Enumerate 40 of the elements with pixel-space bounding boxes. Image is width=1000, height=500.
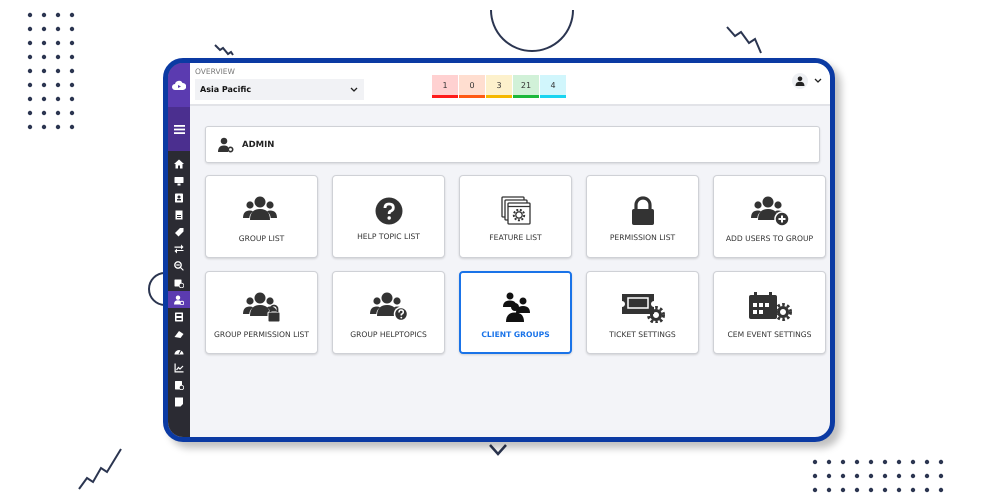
document-icon [174, 210, 184, 220]
chevron-down-icon [350, 87, 358, 92]
section-title: ADMIN [242, 140, 274, 150]
zigzag-drawing [214, 44, 234, 56]
status-counter[interactable]: 3 [486, 75, 512, 98]
arc-drawing [147, 272, 165, 306]
sidebar-item[interactable] [168, 291, 190, 308]
note-icon [174, 396, 184, 406]
chart-icon [174, 362, 184, 372]
tag-icon [174, 226, 184, 236]
zoom-icon [174, 260, 184, 270]
menu-tile[interactable] [168, 107, 190, 151]
menu-icon [174, 124, 184, 134]
chevron-drawing [489, 444, 507, 456]
calendar-gear-icon [748, 290, 792, 322]
status-counter[interactable]: 21 [513, 75, 539, 98]
user-gear-icon [174, 294, 184, 304]
region-dropdown[interactable]: Asia Pacific [195, 79, 364, 100]
home-icon [174, 158, 184, 168]
cloud-icon [172, 80, 186, 90]
chevron-down-icon[interactable] [814, 78, 822, 83]
user-icon [795, 76, 805, 86]
windows-gear-icon [500, 196, 530, 226]
status-counter[interactable]: 1 [432, 75, 458, 98]
user-avatar[interactable] [792, 72, 808, 88]
help-icon [374, 196, 402, 224]
zigzag-drawing [726, 26, 762, 54]
status-counter[interactable]: 4 [540, 75, 566, 98]
logo-tile[interactable] [168, 63, 190, 107]
contact-icon [174, 192, 184, 202]
monitor-icon [174, 176, 184, 186]
user-gear-icon [218, 136, 234, 152]
save-icon [174, 312, 184, 322]
swap-icon [174, 244, 184, 254]
status-counter[interactable]: 0 [459, 75, 485, 98]
zigzag-drawing [78, 448, 122, 490]
users-question-icon [368, 290, 408, 322]
users-lock-icon [242, 290, 282, 322]
lock-icon [630, 196, 654, 226]
add-users-icon [750, 194, 790, 226]
